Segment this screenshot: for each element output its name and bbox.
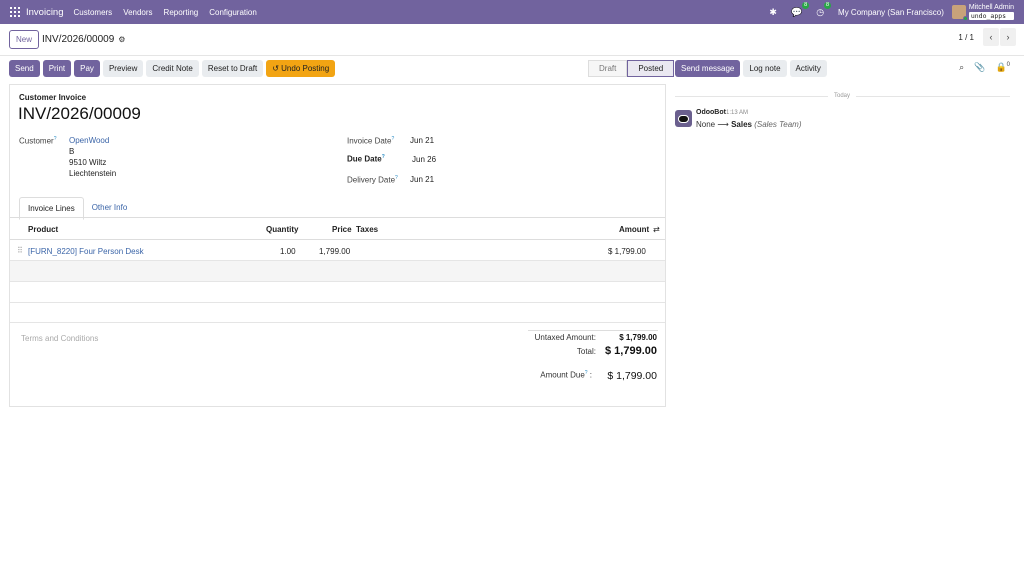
activity-badge: 8	[823, 1, 832, 9]
document-type: Customer Invoice	[19, 93, 87, 102]
print-button[interactable]: Print	[42, 60, 72, 77]
arrow-right-icon: ⟶	[717, 120, 729, 129]
undo-posting-button[interactable]: ↺ Undo Posting	[266, 60, 336, 77]
log-note-button[interactable]: Log note	[743, 60, 787, 77]
invoice-lines-header: Product Quantity Price Taxes Amount ⇄	[10, 218, 665, 240]
control-panel: New INV/2026/00009 ⚙ 1 / 1 ‹ ›	[0, 24, 1024, 56]
line-product[interactable]: [FURN_8220] Four Person Desk	[28, 247, 144, 256]
company-switcher[interactable]: My Company (San Francisco)	[838, 8, 944, 17]
reset-to-draft-button[interactable]: Reset to Draft	[201, 60, 264, 77]
chevron-left-icon[interactable]: ‹	[983, 28, 999, 46]
breadcrumb-record-title: INV/2026/00009	[42, 34, 115, 45]
apps-menu-icon[interactable]	[10, 7, 20, 17]
discuss-icon[interactable]: 💬 8	[791, 1, 810, 18]
gear-icon[interactable]: ⚙	[118, 35, 125, 44]
due-date-label: Due Date?	[347, 154, 385, 164]
line-quantity[interactable]: 1.00	[280, 247, 296, 256]
message-author[interactable]: OdooBot	[696, 109, 726, 116]
menu-vendors[interactable]: Vendors	[123, 8, 152, 17]
paperclip-icon[interactable]: 📎	[974, 62, 985, 73]
column-quantity[interactable]: Quantity	[266, 225, 298, 234]
column-product[interactable]: Product	[28, 225, 58, 234]
pay-button[interactable]: Pay	[74, 60, 100, 77]
menu-reporting[interactable]: Reporting	[164, 8, 199, 17]
menu-configuration[interactable]: Configuration	[209, 8, 257, 17]
today-label: Today	[828, 93, 857, 99]
tracking-field-name: (Sales Team)	[754, 120, 802, 129]
customer-address-line1: B	[69, 147, 75, 156]
send-button[interactable]: Send	[9, 60, 40, 77]
app-name[interactable]: Invoicing	[26, 7, 64, 18]
chatter-icons: ⌕ 📎 🔒0	[959, 62, 1010, 73]
column-amount[interactable]: Amount	[619, 225, 649, 234]
due-date-field[interactable]: Jun 26	[412, 155, 436, 164]
invoice-number: INV/2026/00009	[18, 104, 141, 123]
undo-posting-label: Undo Posting	[281, 64, 330, 73]
online-status-icon	[962, 16, 968, 21]
followers-count: 0	[1006, 62, 1010, 68]
customer-link[interactable]: OpenWood	[69, 136, 109, 145]
bug-icon[interactable]: ✱	[769, 7, 777, 18]
activity-clock-icon[interactable]: ◷ 8	[816, 1, 832, 18]
pager-value[interactable]: 1 / 1	[958, 33, 974, 42]
odoobot-avatar[interactable]	[675, 110, 692, 127]
empty-row	[10, 282, 665, 303]
line-amount: $ 1,799.00	[608, 247, 646, 256]
user-name: Mitchell Admin	[968, 4, 1014, 11]
message-time: 1:13 AM	[726, 110, 749, 116]
tracking-old-value: None	[696, 120, 716, 129]
line-price[interactable]: 1,799.00	[319, 247, 350, 256]
search-icon[interactable]: ⌕	[959, 62, 964, 73]
discuss-badge: 8	[802, 1, 810, 9]
undo-icon: ↺	[272, 64, 282, 73]
total-value: $ 1,799.00	[605, 345, 657, 357]
top-navbar: Invoicing Customers Vendors Reporting Co…	[0, 0, 1024, 24]
table-row[interactable]: ⠿ [FURN_8220] Four Person Desk 1.00 1,79…	[10, 240, 665, 261]
delivery-date-label: Delivery Date?	[347, 175, 398, 185]
menu-customers[interactable]: Customers	[74, 8, 113, 17]
status-posted[interactable]: Posted	[627, 60, 675, 77]
totals-divider	[528, 330, 658, 331]
credit-note-button[interactable]: Credit Note	[146, 60, 199, 77]
delivery-date-field[interactable]: Jun 21	[410, 175, 434, 184]
tracking-message: None ⟶ Sales (Sales Team)	[696, 120, 801, 129]
customer-address-line2: 9510 Wiltz	[69, 158, 107, 167]
customer-address-line3: Liechtenstein	[69, 169, 117, 178]
followers-icon[interactable]: 🔒0	[995, 62, 1010, 73]
empty-row	[10, 261, 665, 282]
pager: 1 / 1 ‹ ›	[958, 28, 1016, 46]
chevron-right-icon[interactable]: ›	[1000, 28, 1016, 46]
new-button[interactable]: New	[9, 30, 40, 49]
untaxed-amount-value: $ 1,799.00	[619, 333, 657, 342]
customer-label: Customer?	[19, 136, 57, 146]
column-taxes[interactable]: Taxes	[356, 225, 378, 234]
invoice-date-label: Invoice Date?	[347, 136, 395, 146]
form-action-bar: Send Print Pay Preview Credit Note Reset…	[9, 60, 336, 77]
terms-and-conditions-field[interactable]: Terms and Conditions	[21, 334, 98, 343]
column-price[interactable]: Price	[332, 225, 352, 234]
database-name: undo_apps	[968, 12, 1014, 20]
untaxed-amount-label: Untaxed Amount:	[534, 333, 596, 342]
invoice-form-sheet: Customer Invoice INV/2026/00009 Customer…	[9, 84, 666, 407]
status-bar: Draft Posted	[588, 60, 675, 77]
navbar-systray: ✱ 💬 8 ◷ 8 My Company (San Francisco) Mitch…	[769, 0, 1024, 24]
send-message-button[interactable]: Send message	[675, 60, 741, 77]
invoice-date-field[interactable]: Jun 21	[410, 136, 434, 145]
user-menu[interactable]: Mitchell Admin undo_apps	[968, 4, 1014, 20]
status-draft[interactable]: Draft	[588, 60, 628, 77]
optional-columns-icon[interactable]: ⇄	[653, 225, 660, 234]
activity-button[interactable]: Activity	[789, 60, 827, 77]
preview-button[interactable]: Preview	[102, 60, 144, 77]
user-avatar[interactable]	[951, 5, 968, 21]
chatter-topbar: Send message Log note Activity	[675, 60, 827, 77]
drag-handle-icon[interactable]: ⠿	[17, 246, 23, 255]
amount-due-value: $ 1,799.00	[607, 370, 657, 382]
empty-row	[10, 302, 665, 323]
tracking-new-value: Sales	[731, 120, 752, 129]
